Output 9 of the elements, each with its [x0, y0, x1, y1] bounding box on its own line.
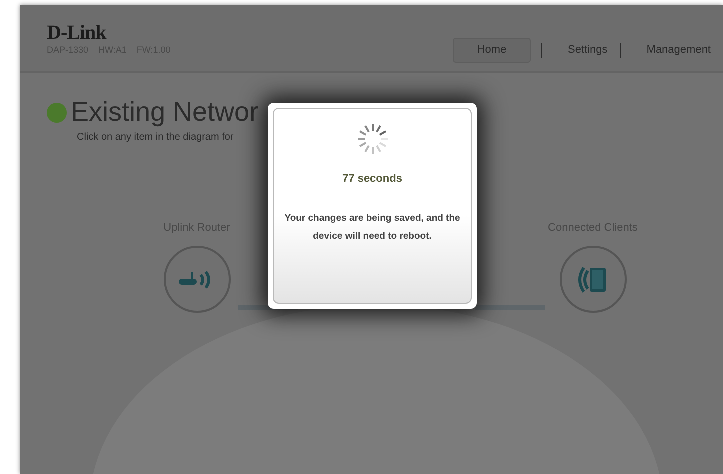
- page-title: Existing Networ: [71, 98, 259, 128]
- status-dot: [47, 102, 67, 123]
- nav-tab[interactable]: Management: [634, 38, 723, 63]
- nav-tab[interactable]: Settings: [556, 38, 620, 63]
- countdown-text: 77 seconds: [342, 172, 402, 187]
- nav-tab[interactable]: Home: [453, 38, 532, 63]
- dialog-message: Your changes are being saved, and the device will need to reboot.: [284, 212, 462, 244]
- page-subtitle: Click on any item in the diagram for: [76, 130, 235, 145]
- logo: D-Link: [47, 23, 108, 43]
